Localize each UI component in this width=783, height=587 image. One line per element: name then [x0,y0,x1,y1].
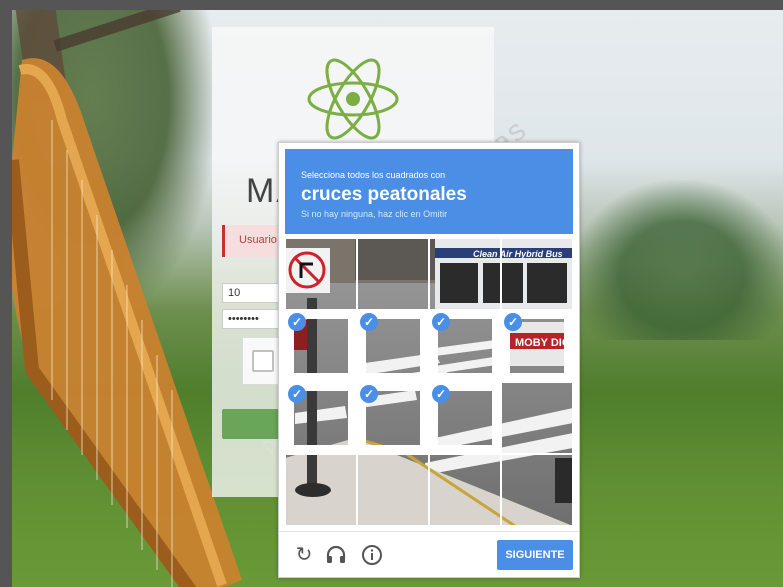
challenge-tile[interactable]: ✓ [357,382,429,454]
password-input[interactable]: •••••••• [222,309,282,329]
challenge-tile[interactable]: ✓ [501,310,573,382]
challenge-tile[interactable] [501,238,573,310]
check-icon: ✓ [432,313,450,331]
challenge-footer: ↻ SIGUIENTE [279,531,579,578]
challenge-tile[interactable] [501,454,573,526]
recaptcha-widget [242,337,282,385]
challenge-instruction: Selecciona todos los cuadrados con [301,170,446,180]
check-icon: ✓ [360,313,378,331]
challenge-tile[interactable] [357,454,429,526]
info-icon[interactable] [361,544,383,566]
challenge-hint: Si no hay ninguna, haz clic en Omitir [301,209,448,219]
recaptcha-checkbox[interactable] [252,350,274,372]
challenge-tile[interactable] [285,454,357,526]
background-tree-right [572,180,783,340]
username-input[interactable]: 10 [222,283,282,303]
challenge-tile[interactable] [357,238,429,310]
headphones-icon[interactable] [325,544,347,566]
challenge-tile[interactable] [501,382,573,454]
challenge-image-grid: Clean Air Hybrid Bus MOBY DIC ✓ ✓ ✓ ✓ ✓ … [285,238,573,526]
check-icon: ✓ [360,385,378,403]
challenge-tile[interactable] [429,238,501,310]
reload-icon[interactable]: ↻ [293,544,315,566]
atom-logo-icon [307,58,399,140]
challenge-tile[interactable] [285,238,357,310]
login-button[interactable] [222,409,282,439]
check-icon: ✓ [432,385,450,403]
challenge-tile[interactable]: ✓ [429,382,501,454]
challenge-tile[interactable] [429,454,501,526]
check-icon: ✓ [504,313,522,331]
challenge-header: Selecciona todos los cuadrados con cruce… [285,149,573,234]
check-icon: ✓ [288,313,306,331]
recaptcha-challenge: Selecciona todos los cuadrados con cruce… [278,142,580,578]
challenge-target: cruces peatonales [301,184,467,205]
challenge-tile[interactable]: ✓ [429,310,501,382]
challenge-tile[interactable]: ✓ [357,310,429,382]
next-button[interactable]: SIGUIENTE [497,540,573,570]
challenge-tile[interactable]: ✓ [285,310,357,382]
challenge-tile[interactable]: ✓ [285,382,357,454]
check-icon: ✓ [288,385,306,403]
